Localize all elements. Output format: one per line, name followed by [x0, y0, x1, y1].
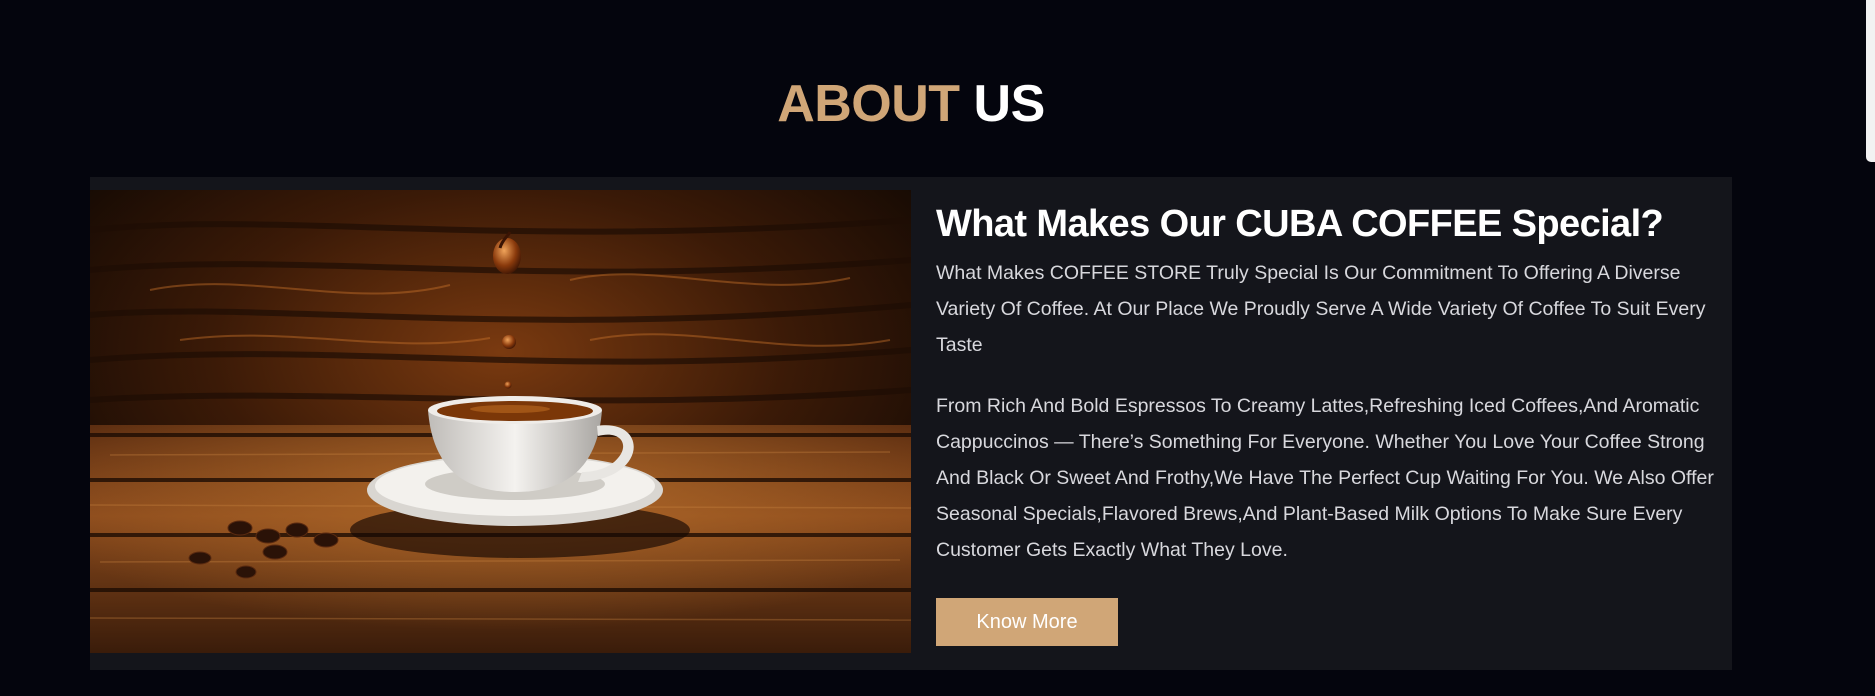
section-title: ABOUT US [0, 74, 1822, 134]
know-more-button[interactable]: Know More [936, 598, 1118, 646]
about-paragraph-1: What Makes COFFEE STORE Truly Special Is… [936, 262, 1706, 356]
section-title-accent: ABOUT [777, 75, 960, 133]
scrollbar-thumb[interactable] [1866, 0, 1875, 162]
about-content: What Makes Our CUBA COFFEE Special? What… [936, 201, 1716, 646]
coffee-cup-image [90, 190, 911, 653]
about-heading: What Makes Our CUBA COFFEE Special? [936, 203, 1664, 245]
section-title-plain: US [973, 75, 1046, 133]
about-card: What Makes Our CUBA COFFEE Special? What… [90, 177, 1732, 670]
page: ABOUT US What Makes Our CUBA COFFEE Spec… [0, 0, 1875, 696]
about-paragraph-2: From Rich And Bold Espressos To Creamy L… [936, 395, 1714, 561]
